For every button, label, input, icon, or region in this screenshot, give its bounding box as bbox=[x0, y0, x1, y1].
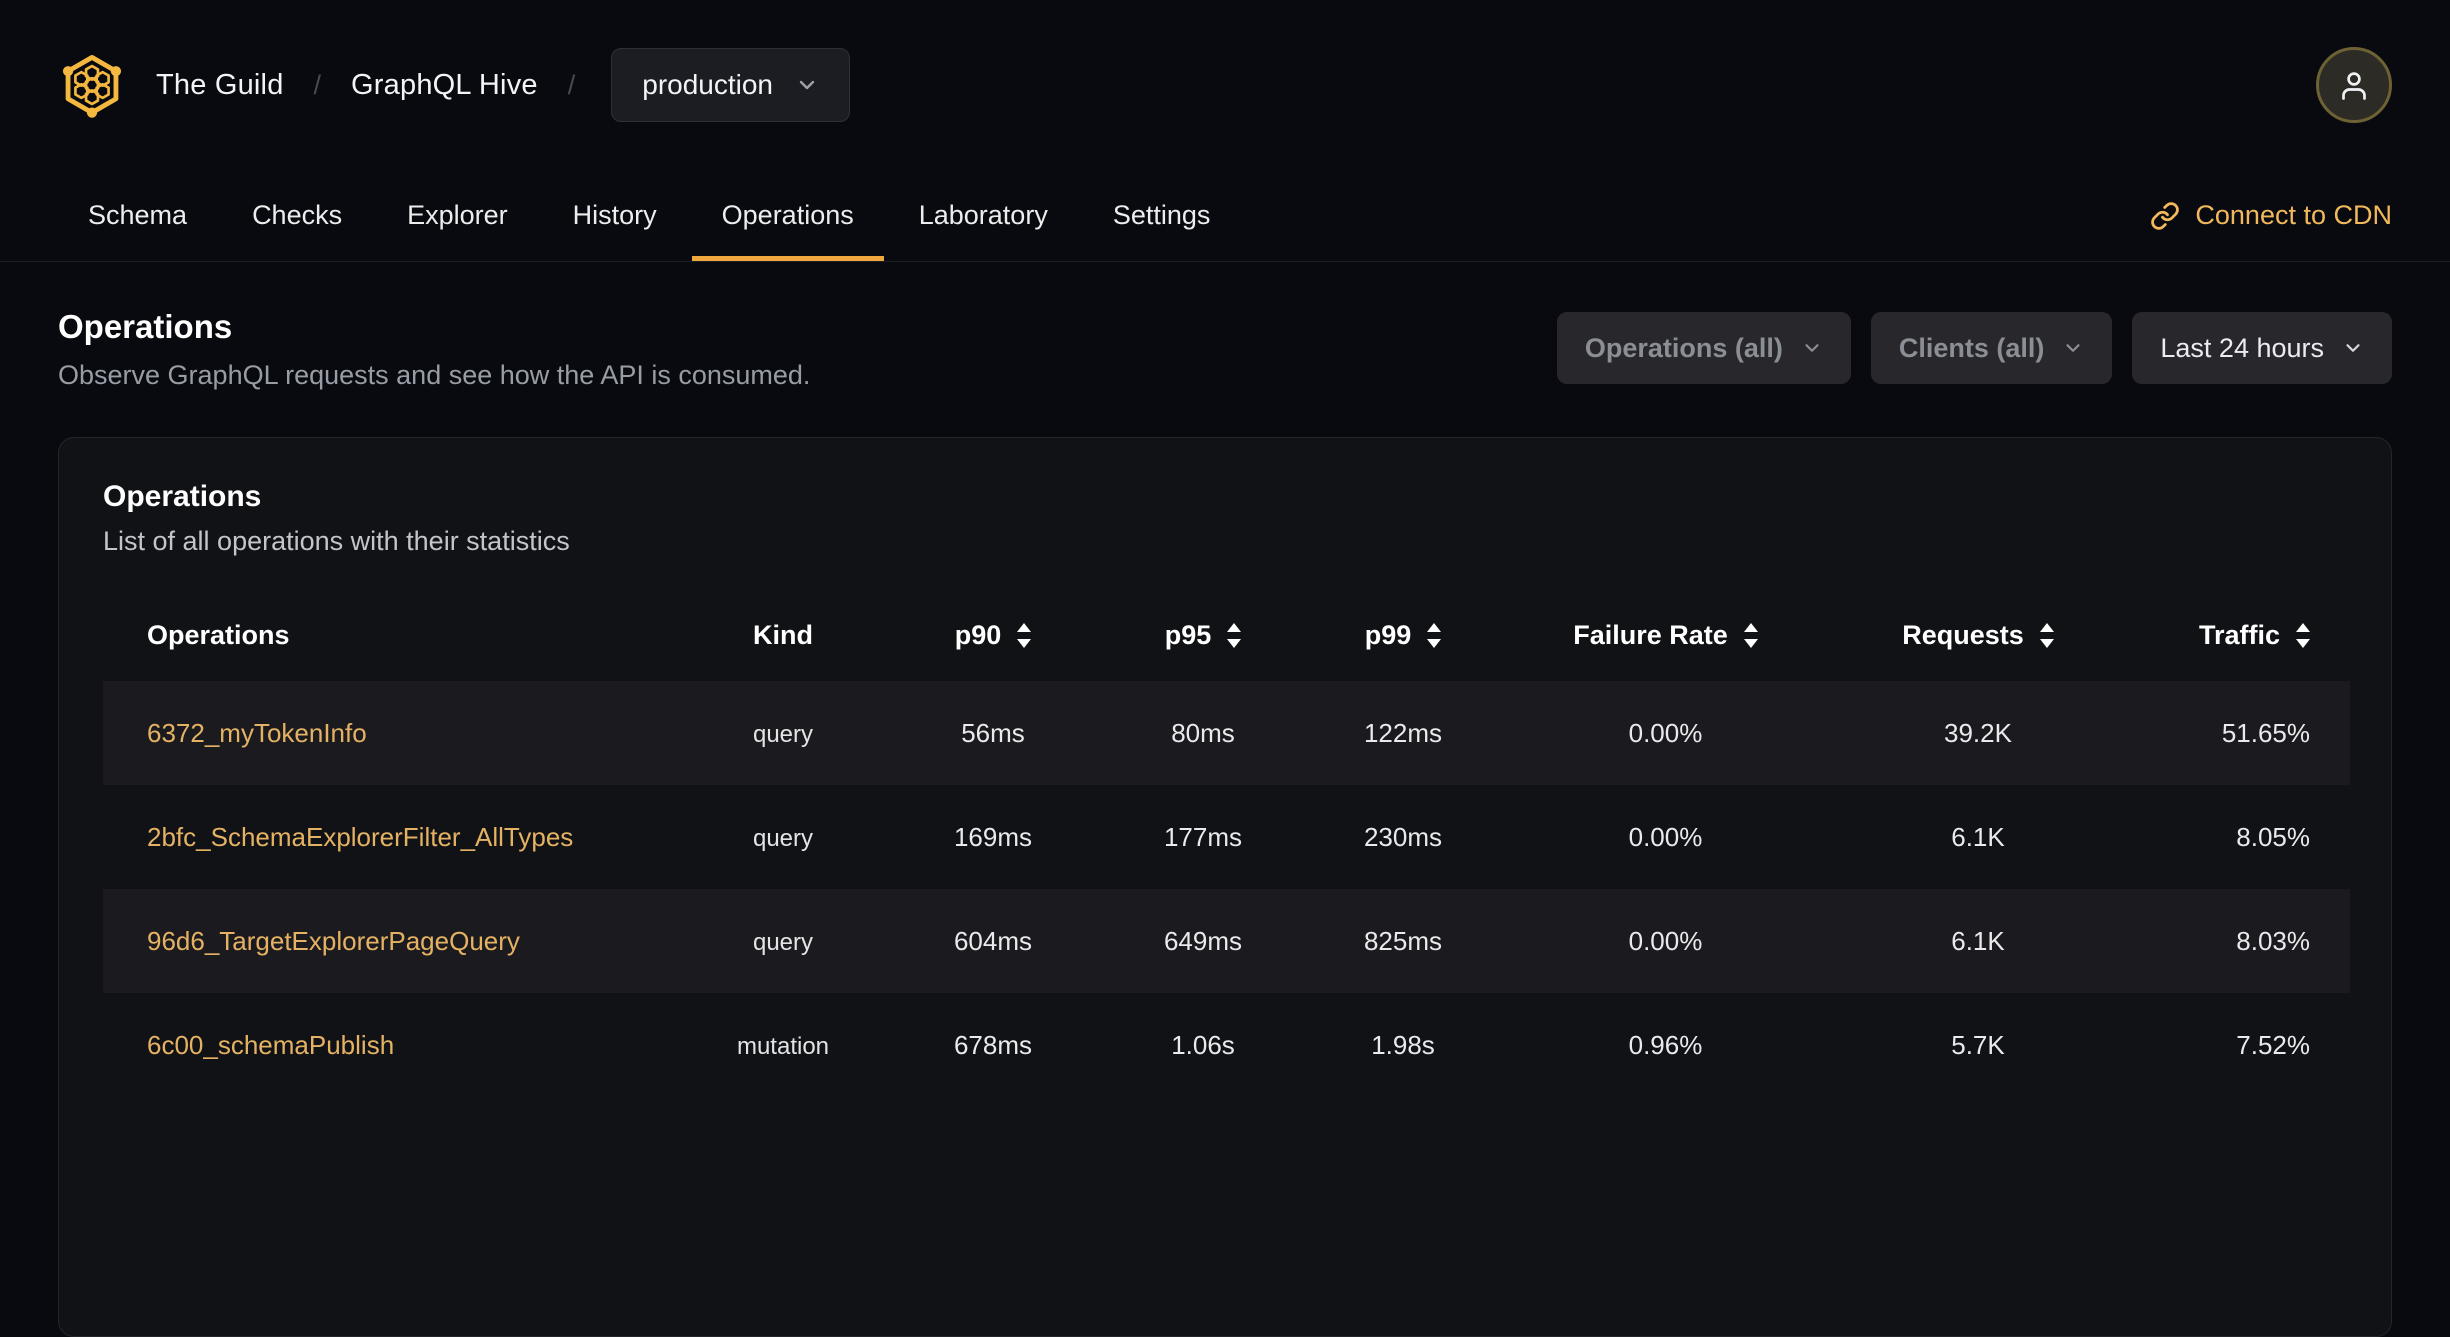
requests-value: 6.1K bbox=[1951, 821, 2005, 852]
chevron-down-icon bbox=[1801, 337, 1823, 359]
tab-operations[interactable]: Operations bbox=[691, 170, 884, 261]
column-header-operations: Operations bbox=[147, 619, 290, 650]
sort-arrows-icon[interactable] bbox=[2296, 622, 2310, 648]
tab-history[interactable]: History bbox=[543, 170, 687, 261]
tab-schema[interactable]: Schema bbox=[58, 170, 217, 261]
p95-value: 649ms bbox=[1163, 925, 1243, 956]
p90-value: 56ms bbox=[961, 717, 1025, 748]
traffic-value: 51.65% bbox=[2221, 717, 2310, 748]
card-title: Operations bbox=[103, 480, 262, 513]
p90-value: 604ms bbox=[953, 925, 1033, 956]
requests-value: 39.2K bbox=[1944, 717, 2012, 748]
sort-arrows-icon[interactable] bbox=[1017, 622, 1032, 648]
table-row: 6c00_schemaPublish mutation 678ms 1.06s … bbox=[103, 993, 2350, 1097]
page-subtitle: Observe GraphQL requests and see how the… bbox=[58, 360, 811, 390]
top-bar: The Guild / GraphQL Hive / production bbox=[0, 0, 2450, 170]
tab-laboratory[interactable]: Laboratory bbox=[889, 170, 1078, 261]
operations-filter-label: Operations (all) bbox=[1584, 332, 1783, 363]
column-header-failure-rate[interactable]: Failure Rate bbox=[1503, 589, 1828, 681]
clients-filter-dropdown[interactable]: Clients (all) bbox=[1870, 312, 2113, 384]
p95-value: 80ms bbox=[1171, 717, 1235, 748]
operation-link[interactable]: 6372_myTokenInfo bbox=[147, 718, 367, 748]
column-header-requests[interactable]: Requests bbox=[1828, 589, 2128, 681]
failure-rate-value: 0.96% bbox=[1628, 1029, 1703, 1060]
operations-filter-dropdown[interactable]: Operations (all) bbox=[1556, 312, 1851, 384]
p90-value: 169ms bbox=[953, 821, 1033, 852]
breadcrumb-separator: / bbox=[313, 69, 322, 100]
page-title: Operations bbox=[58, 308, 233, 345]
table-header-row: Operations Kind p90 p95 p99 Failure Rate… bbox=[103, 589, 2350, 681]
breadcrumb-separator: / bbox=[567, 69, 576, 100]
operation-link[interactable]: 2bfc_SchemaExplorerFilter_AllTypes bbox=[147, 822, 573, 852]
time-range-label: Last 24 hours bbox=[2160, 332, 2324, 363]
clients-filter-label: Clients (all) bbox=[1898, 332, 2045, 363]
p99-value: 825ms bbox=[1363, 925, 1443, 956]
page-header: Operations Observe GraphQL requests and … bbox=[0, 262, 2450, 391]
card-subtitle: List of all operations with their statis… bbox=[103, 526, 570, 556]
table-row: 96d6_TargetExplorerPageQuery query 604ms… bbox=[103, 889, 2350, 993]
column-header-kind: Kind bbox=[753, 619, 813, 650]
target-selector-dropdown[interactable]: production bbox=[611, 48, 851, 122]
operation-link[interactable]: 6c00_schemaPublish bbox=[147, 1030, 394, 1060]
p99-value: 230ms bbox=[1363, 821, 1443, 852]
column-header-p95[interactable]: p95 bbox=[1103, 589, 1303, 681]
requests-value: 6.1K bbox=[1951, 925, 2005, 956]
sort-arrows-icon[interactable] bbox=[1427, 622, 1442, 648]
link-icon bbox=[2150, 201, 2180, 231]
user-icon bbox=[2336, 67, 2372, 103]
page-header-text: Operations Observe GraphQL requests and … bbox=[58, 308, 810, 391]
p95-value: 177ms bbox=[1163, 821, 1243, 852]
operation-link[interactable]: 96d6_TargetExplorerPageQuery bbox=[147, 926, 520, 956]
p95-value: 1.06s bbox=[1171, 1029, 1235, 1060]
kind-value: query bbox=[752, 824, 814, 852]
operations-card: Operations List of all operations with t… bbox=[58, 437, 2392, 1337]
filter-toolbar: Operations (all) Clients (all) Last 24 h… bbox=[1556, 312, 2392, 384]
failure-rate-value: 0.00% bbox=[1628, 925, 1703, 956]
p99-value: 122ms bbox=[1363, 717, 1443, 748]
hive-logo-icon[interactable] bbox=[58, 48, 126, 122]
column-header-p99[interactable]: p99 bbox=[1303, 589, 1503, 681]
p99-value: 1.98s bbox=[1371, 1029, 1435, 1060]
sort-arrows-icon[interactable] bbox=[2039, 622, 2054, 648]
table-row: 6372_myTokenInfo query 56ms 80ms 122ms 0… bbox=[103, 681, 2350, 785]
tab-settings[interactable]: Settings bbox=[1083, 170, 1241, 261]
traffic-value: 8.05% bbox=[2236, 821, 2310, 852]
tab-explorer[interactable]: Explorer bbox=[377, 170, 538, 261]
traffic-value: 8.03% bbox=[2236, 925, 2310, 956]
table-row: 2bfc_SchemaExplorerFilter_AllTypes query… bbox=[103, 785, 2350, 889]
requests-value: 5.7K bbox=[1951, 1029, 2005, 1060]
breadcrumb-project[interactable]: GraphQL Hive bbox=[351, 69, 538, 102]
connect-to-cdn-link[interactable]: Connect to CDN bbox=[2150, 170, 2392, 261]
failure-rate-value: 0.00% bbox=[1628, 821, 1703, 852]
chevron-down-icon bbox=[795, 73, 819, 97]
sort-arrows-icon[interactable] bbox=[1743, 622, 1758, 648]
chevron-down-icon bbox=[2342, 337, 2364, 359]
operations-table: Operations Kind p90 p95 p99 Failure Rate… bbox=[103, 589, 2350, 1097]
kind-value: mutation bbox=[736, 1032, 830, 1060]
connect-to-cdn-label: Connect to CDN bbox=[2195, 200, 2392, 230]
traffic-value: 7.52% bbox=[2236, 1029, 2310, 1060]
breadcrumb-org[interactable]: The Guild bbox=[156, 69, 284, 102]
column-header-p90[interactable]: p90 bbox=[883, 589, 1103, 681]
breadcrumb: The Guild / GraphQL Hive / production bbox=[58, 48, 851, 122]
kind-value: query bbox=[752, 928, 814, 956]
main-nav: Schema Checks Explorer History Operation… bbox=[0, 170, 2450, 262]
user-avatar[interactable] bbox=[2316, 47, 2392, 123]
failure-rate-value: 0.00% bbox=[1628, 717, 1703, 748]
p90-value: 678ms bbox=[953, 1029, 1033, 1060]
column-header-traffic[interactable]: Traffic bbox=[2128, 589, 2350, 681]
sort-arrows-icon[interactable] bbox=[1227, 622, 1242, 648]
tab-checks[interactable]: Checks bbox=[222, 170, 372, 261]
time-range-dropdown[interactable]: Last 24 hours bbox=[2132, 312, 2392, 384]
chevron-down-icon bbox=[2062, 337, 2084, 359]
target-selector-value: production bbox=[642, 69, 774, 100]
kind-value: query bbox=[752, 720, 814, 748]
